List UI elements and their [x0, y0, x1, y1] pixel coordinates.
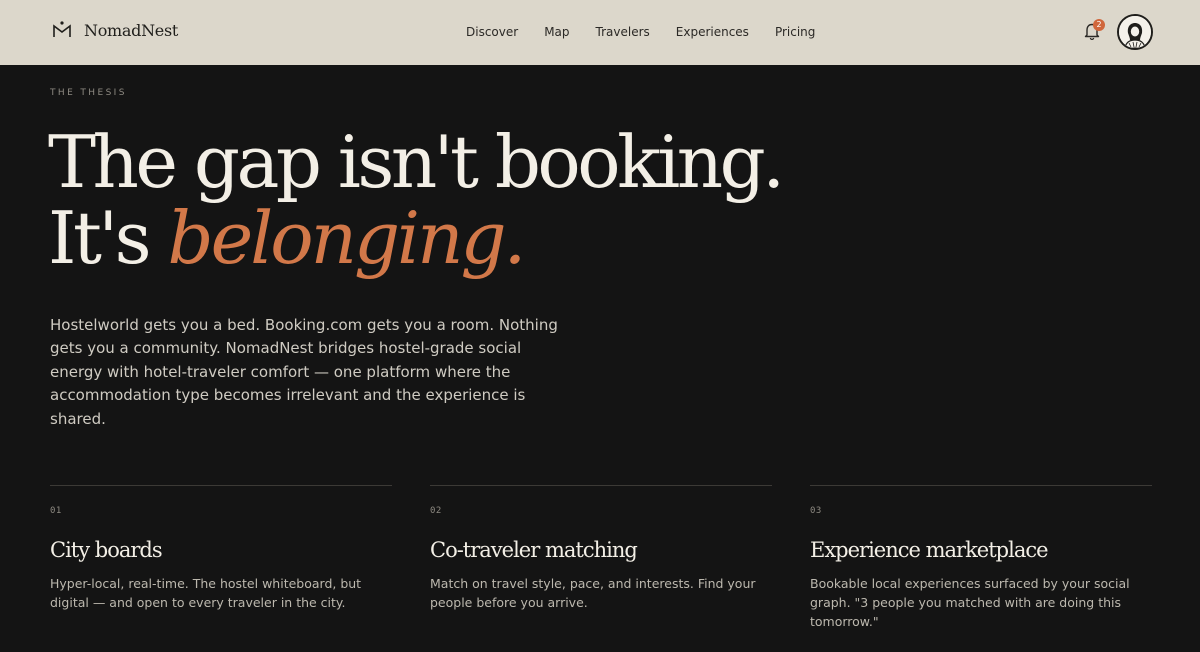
hero-headline: The gap isn't booking. It's belonging.: [48, 120, 785, 276]
headline-line-1: The gap isn't booking.: [48, 120, 785, 204]
brand-logo-link[interactable]: NomadNest: [52, 20, 178, 40]
nav-map[interactable]: Map: [544, 22, 569, 42]
feature-card-co-traveler-matching: 02 Co-traveler matching Match on travel …: [430, 485, 772, 631]
nav-experiences[interactable]: Experiences: [676, 22, 749, 42]
feature-description: Match on travel style, pace, and interes…: [430, 576, 756, 610]
section-eyebrow: THE THESIS: [50, 88, 127, 98]
headline-accent-word: belonging.: [167, 196, 527, 280]
feature-description: Hyper-local, real-time. The hostel white…: [50, 576, 362, 610]
nav-travelers[interactable]: Travelers: [596, 22, 650, 42]
brand-name: NomadNest: [84, 20, 178, 40]
headline-line-2-prefix: It's: [48, 196, 168, 280]
notification-badge: 2: [1093, 19, 1105, 31]
feature-card-experience-marketplace: 03 Experience marketplace Bookable local…: [810, 485, 1152, 631]
feature-description: Bookable local experiences surfaced by y…: [810, 576, 1130, 629]
headline-line-2: It's belonging.: [48, 200, 782, 276]
nav-discover[interactable]: Discover: [466, 22, 518, 42]
feature-card-city-boards: 01 City boards Hyper-local, real-time. T…: [50, 485, 392, 631]
feature-number: 02: [430, 506, 442, 516]
user-avatar-illustration: [1119, 16, 1151, 48]
top-nav-bar: NomadNest Discover Map Travelers Experie…: [0, 0, 1200, 65]
features-grid: 01 City boards Hyper-local, real-time. T…: [50, 485, 1152, 631]
feature-title: Experience marketplace: [810, 538, 1049, 562]
nav-pricing[interactable]: Pricing: [775, 22, 815, 42]
feature-title: City boards: [50, 538, 163, 562]
mountain-mark-icon: [53, 21, 71, 37]
hero-lede: Hostelworld gets you a bed. Booking.com …: [50, 316, 558, 428]
notifications-button[interactable]: 2: [1084, 19, 1105, 42]
user-avatar-button[interactable]: [1117, 14, 1153, 50]
feature-number: 01: [50, 506, 62, 516]
main-nav: Discover Map Travelers Experiences Prici…: [466, 22, 841, 42]
feature-title: Co-traveler matching: [430, 538, 638, 562]
feature-number: 03: [810, 506, 822, 516]
